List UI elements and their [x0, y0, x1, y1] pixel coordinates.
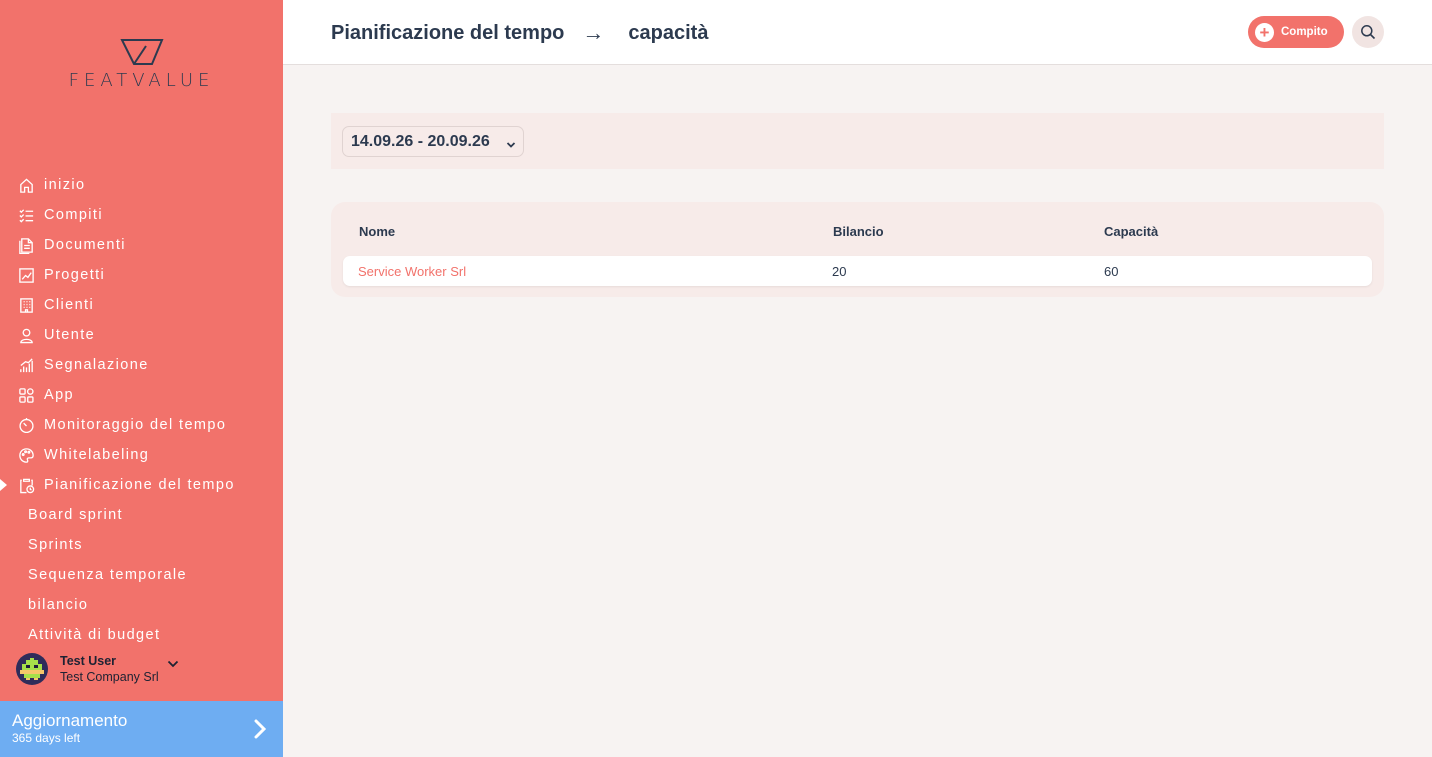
logo[interactable]: FEATVALUE: [54, 38, 229, 91]
search-icon: [1361, 25, 1376, 40]
new-task-button[interactable]: + Compito: [1248, 16, 1344, 48]
sidebar-item-label: inizio: [44, 177, 86, 193]
sidebar-item-inizio[interactable]: inizio: [0, 170, 283, 200]
breadcrumb: Pianificazione del tempo → capacità: [331, 20, 708, 46]
user-icon: [17, 326, 35, 344]
user-name: Test User: [60, 654, 117, 668]
sidebar-subitem-attivita-di-budget[interactable]: Attività di budget: [0, 620, 283, 650]
plus-icon: +: [1255, 22, 1274, 42]
sidebar-item-monitoraggio[interactable]: Monitoraggio del tempo: [0, 410, 283, 440]
capacity-table: Nome Bilancio Capacità Service Worker Sr…: [331, 202, 1384, 297]
checklist-icon: [17, 206, 35, 224]
breadcrumb-separator: →: [582, 20, 605, 45]
sidebar-subitem-board-sprint[interactable]: Board sprint: [0, 500, 283, 530]
upgrade-banner[interactable]: Aggiornamento 365 days left: [0, 701, 283, 757]
timer-icon: [17, 416, 35, 434]
logo-mark-icon: [119, 39, 163, 65]
sidebar-item-utente[interactable]: Utente: [0, 320, 283, 350]
sidebar-item-label: Pianificazione del tempo: [44, 477, 235, 493]
chevron-down-icon[interactable]: [167, 655, 179, 673]
sidebar-item-segnalazione[interactable]: Segnalazione: [0, 350, 283, 380]
sidebar-item-label: Utente: [44, 327, 96, 343]
avatar: [16, 653, 48, 685]
search-button[interactable]: [1352, 16, 1384, 48]
new-task-label: Compito: [1281, 26, 1328, 38]
sidebar-item-label: Compiti: [44, 207, 103, 223]
user-menu[interactable]: Test User Test Company Srl: [16, 651, 276, 687]
sidebar-item-label: Segnalazione: [44, 357, 149, 373]
column-header-capacity[interactable]: Capacità: [1104, 224, 1158, 239]
sidebar-item-label: Monitoraggio del tempo: [44, 417, 227, 433]
sidebar-item-label: App: [44, 387, 74, 403]
table-row[interactable]: Service Worker Srl 20 60: [343, 256, 1372, 286]
column-header-budget[interactable]: Bilancio: [833, 224, 884, 239]
week-range-select[interactable]: 14.09.26 - 20.09.26: [342, 126, 524, 157]
logo-text: FEATVALUE: [68, 70, 215, 91]
row-capacity: 60: [1104, 264, 1119, 279]
user-text: Test User Test Company Srl: [60, 653, 159, 685]
user-company: Test Company Srl: [60, 670, 159, 684]
filter-bar: 14.09.26 - 20.09.26: [331, 113, 1384, 169]
apps-icon: [17, 386, 35, 404]
sidebar-subitem-bilancio[interactable]: bilancio: [0, 590, 283, 620]
sidebar-item-pianificazione[interactable]: Pianificazione del tempo: [0, 470, 283, 500]
sidebar: FEATVALUE inizio Compiti Documenti Proge…: [0, 0, 283, 757]
sidebar-item-documenti[interactable]: Documenti: [0, 230, 283, 260]
sidebar-subitem-sprints[interactable]: Sprints: [0, 530, 283, 560]
chart-board-icon: [17, 266, 35, 284]
row-budget: 20: [832, 264, 847, 279]
document-icon: [17, 236, 35, 254]
chevron-right-icon: [253, 718, 267, 745]
sidebar-item-label: Clienti: [44, 297, 95, 313]
building-icon: [17, 296, 35, 314]
breadcrumb-current: capacità: [628, 21, 709, 44]
sidebar-item-clienti[interactable]: Clienti: [0, 290, 283, 320]
home-icon: [17, 176, 35, 194]
chevron-down-icon: [506, 136, 516, 154]
sidebar-item-compiti[interactable]: Compiti: [0, 200, 283, 230]
upgrade-title: Aggiornamento: [12, 711, 128, 730]
top-header: Pianificazione del tempo → capacità + Co…: [283, 0, 1432, 65]
breadcrumb-parent[interactable]: Pianificazione del tempo: [331, 22, 564, 45]
upgrade-days-left: 365 days left: [12, 731, 81, 745]
sidebar-nav: inizio Compiti Documenti Progetti Client…: [0, 170, 283, 650]
column-header-name[interactable]: Nome: [359, 224, 395, 239]
sidebar-subitem-sequenza-temporale[interactable]: Sequenza temporale: [0, 560, 283, 590]
sidebar-item-label: Documenti: [44, 237, 126, 253]
week-range-value: 14.09.26 - 20.09.26: [351, 132, 490, 150]
sidebar-item-whitelabeling[interactable]: Whitelabeling: [0, 440, 283, 470]
sidebar-item-app[interactable]: App: [0, 380, 283, 410]
sidebar-item-progetti[interactable]: Progetti: [0, 260, 283, 290]
clipboard-clock-icon: [17, 476, 35, 494]
sidebar-item-label: Whitelabeling: [44, 447, 150, 463]
bar-chart-icon: [17, 356, 35, 374]
palette-icon: [17, 446, 35, 464]
sidebar-item-label: Progetti: [44, 267, 106, 283]
pixel-avatar-icon: [20, 658, 44, 680]
row-name-link[interactable]: Service Worker Srl: [358, 264, 466, 279]
